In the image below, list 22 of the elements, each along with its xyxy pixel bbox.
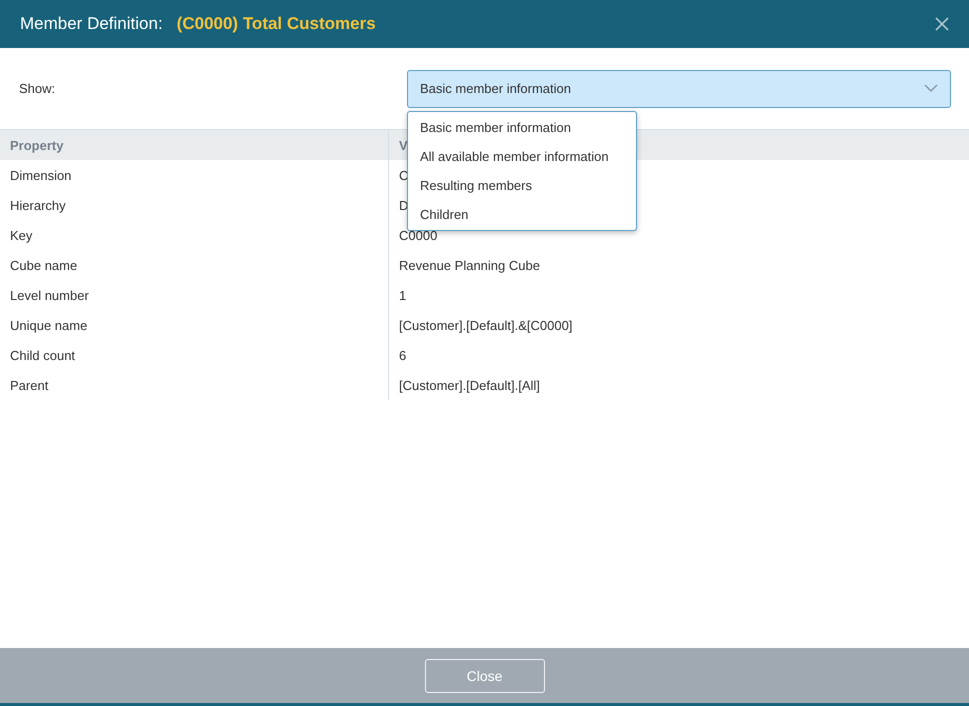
table-cell: 6 [388, 340, 969, 370]
dropdown-option[interactable]: Resulting members [408, 171, 636, 200]
close-icon[interactable] [935, 17, 949, 31]
table-cell: [Customer].[Default].[All] [388, 370, 969, 400]
table-cell-text: Cube name [9, 256, 78, 274]
table-cell-text: Key [9, 226, 34, 245]
column-header: Property [0, 130, 388, 160]
show-dropdown[interactable]: Basic member information [407, 70, 951, 108]
table-cell-text: Unique name [9, 316, 88, 335]
table-cell-text: Dimension [9, 166, 72, 184]
table-cell: 1 [388, 280, 969, 310]
table-cell-text: Parent [9, 376, 50, 394]
chevron-down-icon [924, 84, 938, 93]
table-cell: Revenue Planning Cube [388, 250, 969, 280]
table-cell-text: Child count [9, 346, 76, 364]
dialog-title: Member Definition: [20, 14, 163, 34]
table-cell: C0000 [388, 220, 969, 250]
member-name: (C0000) Total Customers [176, 14, 376, 34]
show-label: Show: [19, 81, 56, 96]
table-cell-text: Level number [9, 286, 90, 304]
table-cell-text: Hierarchy [9, 196, 67, 215]
table-cell: [Customer].[Default].&[C0000] [388, 310, 969, 340]
